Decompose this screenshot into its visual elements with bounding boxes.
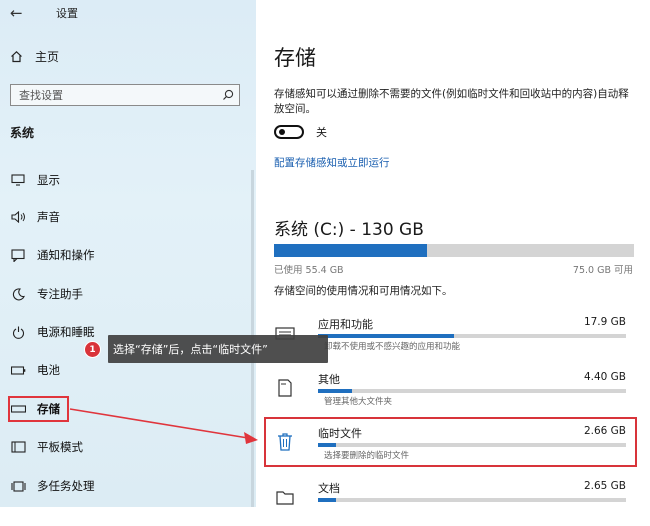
category-subtext: 选择要删除的临时文件	[324, 451, 410, 461]
battery-icon	[10, 362, 26, 378]
page-title: 存储	[274, 46, 316, 70]
sidebar-item-label: 电源和睡眠	[37, 325, 95, 339]
category-bar	[318, 498, 626, 502]
drive-free-label: 75.0 GB 可用	[572, 265, 633, 276]
sidebar-item-label: 平板模式	[37, 440, 83, 454]
back-arrow-icon[interactable]: ←	[10, 4, 30, 22]
sidebar: ← 设置 主页 系统 显示 声音 通知和操作 专	[0, 0, 256, 507]
sidebar-item-label: 电池	[37, 363, 60, 377]
category-temp-files[interactable]: 临时文件 2.66 GB 选择要删除的临时文件	[274, 425, 630, 471]
title-bar: ← 设置	[10, 4, 78, 22]
search-icon[interactable]	[217, 86, 239, 105]
sidebar-item-label: 声音	[37, 210, 60, 224]
trash-icon	[278, 433, 292, 451]
home-icon	[11, 50, 22, 63]
storage-sense-toggle-row: 关	[274, 124, 327, 140]
storage-icon	[10, 401, 26, 417]
sidebar-item-battery[interactable]: 电池	[10, 360, 60, 380]
multitasking-icon	[10, 478, 26, 494]
sidebar-item-focus-assist[interactable]: 专注助手	[10, 284, 83, 304]
category-name: 临时文件	[318, 427, 362, 440]
category-bar-fill	[318, 334, 454, 338]
category-documents[interactable]: 文档 2.65 GB	[274, 480, 630, 526]
category-size: 2.66 GB	[583, 425, 626, 437]
drive-usage-bar	[274, 244, 634, 257]
category-bar	[318, 443, 626, 447]
display-icon	[10, 172, 26, 188]
category-name: 应用和功能	[318, 318, 373, 331]
sidebar-item-sound[interactable]: 声音	[10, 207, 60, 227]
sidebar-item-tablet[interactable]: 平板模式	[10, 437, 83, 457]
sidebar-item-notifications[interactable]: 通知和操作	[10, 245, 95, 265]
category-name: 文档	[318, 482, 340, 495]
sidebar-item-label: 显示	[37, 173, 60, 187]
category-bar-fill	[318, 498, 337, 502]
category-other[interactable]: 其他 4.40 GB 管理其他大文件夹	[274, 371, 630, 417]
sound-icon	[10, 209, 26, 225]
sidebar-item-label: 通知和操作	[37, 248, 95, 262]
sidebar-item-label: 专注助手	[37, 287, 83, 301]
category-subtext: 卸载不使用或不感兴趣的应用和功能	[324, 342, 461, 352]
home-label: 主页	[35, 50, 60, 64]
storage-sense-toggle[interactable]	[274, 125, 304, 139]
drive-used-label: 已使用 55.4 GB	[274, 265, 344, 276]
sidebar-item-label: 多任务处理	[37, 479, 95, 493]
storage-sense-description: 存储感知可以通过删除不需要的文件(例如临时文件和回收站中的内容)自动释放空间。	[274, 88, 629, 115]
drive-title: 系统 (C:) - 130 GB	[274, 220, 424, 240]
sidebar-item-display[interactable]: 显示	[10, 170, 60, 190]
category-bar-fill	[318, 389, 352, 393]
search-box[interactable]	[10, 84, 240, 106]
notifications-icon	[10, 247, 26, 263]
category-bar	[318, 334, 626, 338]
section-label-system: 系统	[10, 126, 35, 140]
category-size: 4.40 GB	[583, 371, 626, 383]
sidebar-item-storage[interactable]: 存储	[10, 399, 60, 419]
category-size: 17.9 GB	[583, 316, 626, 328]
power-icon	[10, 324, 26, 340]
tablet-icon	[10, 439, 26, 455]
category-subtext: 管理其他大文件夹	[324, 397, 393, 407]
focus-assist-icon	[10, 286, 26, 302]
category-bar	[318, 389, 626, 393]
search-input[interactable]	[11, 87, 217, 103]
other-files-icon	[278, 379, 292, 397]
main-content: 存储 存储感知可以通过删除不需要的文件(例如临时文件和回收站中的内容)自动释放空…	[256, 0, 650, 507]
toggle-knob	[279, 129, 285, 135]
step-badge: 1	[84, 341, 101, 358]
usage-description: 存储空间的使用情况和可用情况如下。	[274, 285, 453, 297]
toggle-state-label: 关	[316, 126, 327, 139]
documents-icon	[276, 491, 294, 505]
sidebar-item-home[interactable]: 主页	[10, 48, 59, 65]
sidebar-item-multitasking[interactable]: 多任务处理	[10, 476, 95, 496]
category-name: 其他	[318, 373, 340, 386]
sidebar-item-power[interactable]: 电源和睡眠	[10, 322, 95, 342]
drive-usage-fill	[274, 244, 428, 257]
category-bar-fill	[318, 443, 337, 447]
sidebar-item-label: 存储	[37, 402, 60, 416]
window-title: 设置	[56, 7, 78, 20]
instruction-tooltip: 选择“存储”后，点击“临时文件”	[108, 335, 328, 363]
configure-storage-sense-link[interactable]: 配置存储感知或立即运行	[274, 155, 390, 170]
category-size: 2.65 GB	[583, 480, 626, 492]
